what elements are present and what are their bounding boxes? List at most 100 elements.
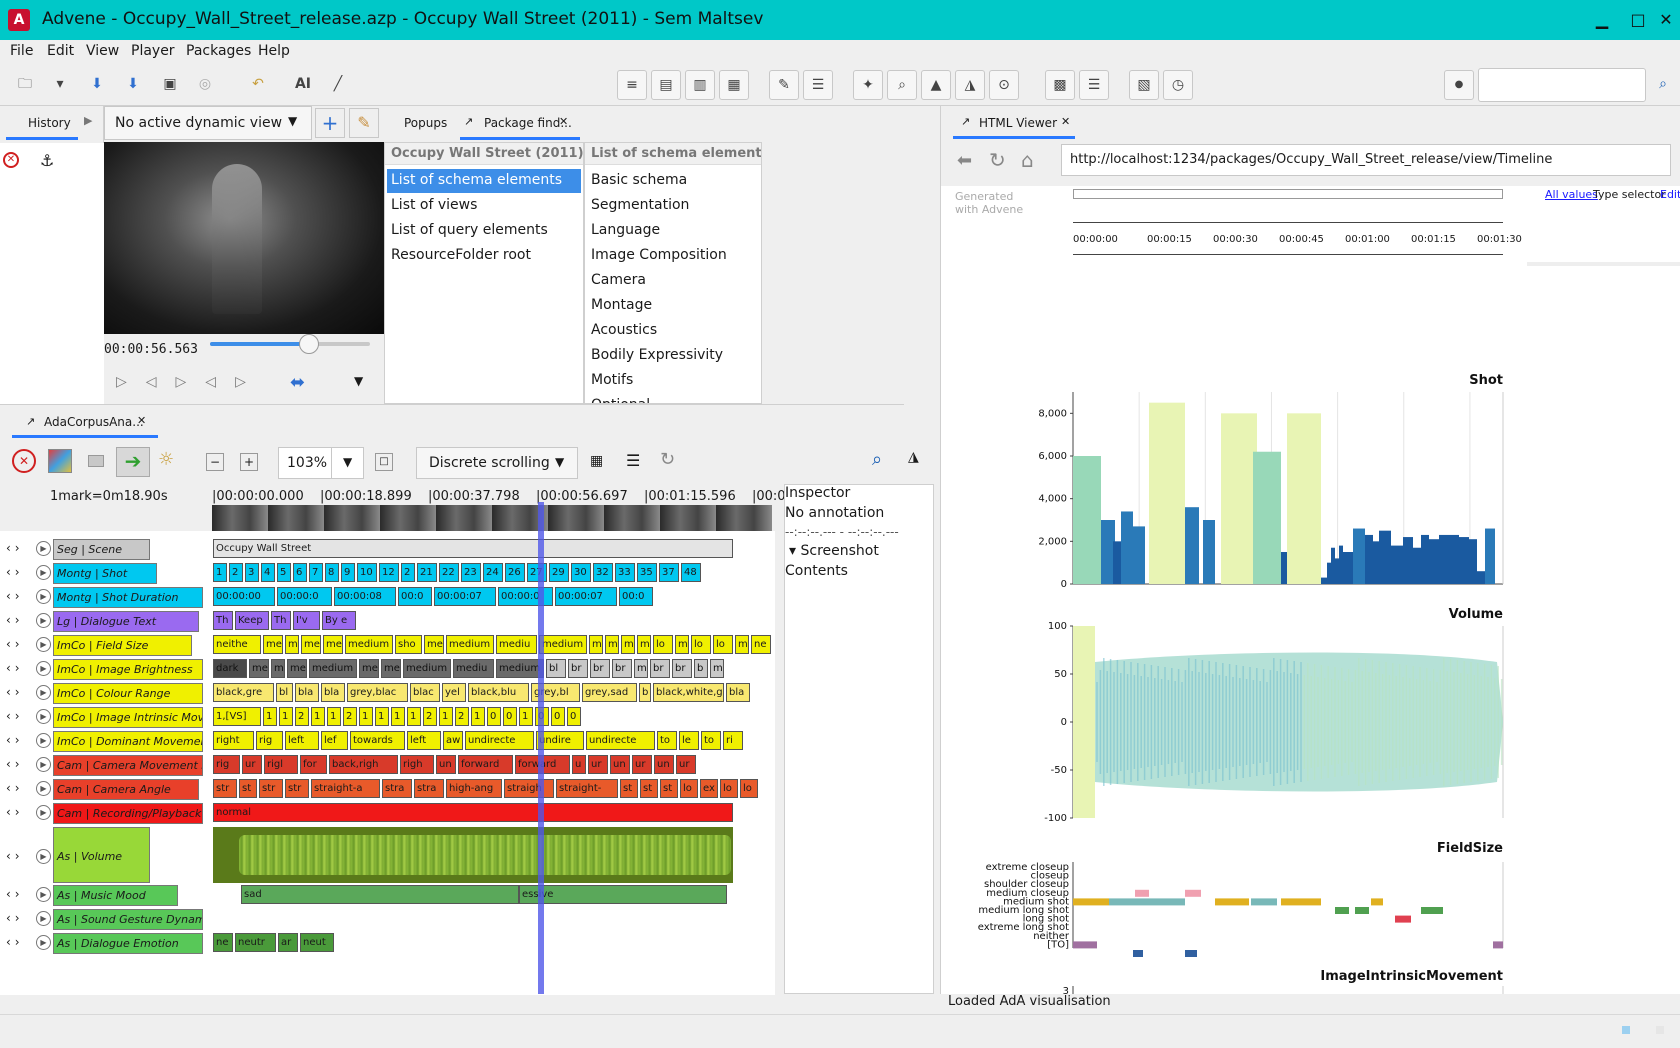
screen-icon[interactable] bbox=[88, 455, 104, 467]
annotation[interactable]: medium bbox=[309, 659, 357, 678]
annotation[interactable]: medium bbox=[403, 659, 451, 678]
refresh-icon[interactable]: ↻ bbox=[660, 449, 675, 470]
text-tool-icon[interactable]: AI bbox=[288, 70, 318, 100]
annotation[interactable]: black,gre bbox=[213, 683, 274, 702]
seek-handle[interactable] bbox=[299, 334, 320, 354]
search-input[interactable] bbox=[1478, 68, 1646, 102]
annotation[interactable]: 37 bbox=[659, 563, 679, 582]
track-label[interactable]: Seg | Scene bbox=[53, 539, 150, 560]
network-icon[interactable]: ✦ bbox=[853, 70, 883, 100]
annotation[interactable]: Th bbox=[271, 611, 291, 630]
track-nav-icon[interactable]: ‹› bbox=[6, 685, 24, 699]
track-lane[interactable] bbox=[213, 909, 773, 928]
annotation[interactable]: 0 bbox=[503, 707, 517, 726]
close-icon[interactable]: ✕ bbox=[12, 449, 36, 473]
annotation[interactable]: 26 bbox=[505, 563, 525, 582]
play-icon[interactable]: ▶ bbox=[36, 541, 51, 556]
annotation[interactable]: 2 bbox=[295, 707, 309, 726]
track-nav-icon[interactable]: ‹› bbox=[6, 757, 24, 771]
annotation[interactable]: lo bbox=[713, 635, 733, 654]
import-icon[interactable]: ▣ bbox=[155, 70, 185, 100]
play-icon[interactable]: ▶ bbox=[36, 733, 51, 748]
record-icon[interactable]: ◎ bbox=[190, 70, 220, 100]
annotation[interactable]: b bbox=[694, 659, 708, 678]
close-tab-icon[interactable]: ✕ bbox=[1061, 115, 1070, 128]
annotation[interactable]: m bbox=[271, 659, 285, 678]
annotation[interactable]: 2 bbox=[455, 707, 469, 726]
track-nav-icon[interactable]: ‹› bbox=[6, 935, 24, 949]
annotation[interactable]: to bbox=[701, 731, 721, 750]
annotation[interactable]: 24 bbox=[483, 563, 503, 582]
track-label[interactable]: As | Volume bbox=[53, 827, 150, 883]
annotation[interactable]: 30 bbox=[571, 563, 591, 582]
transcription-icon[interactable]: ▥ bbox=[685, 70, 715, 100]
track-nav-icon[interactable]: ‹› bbox=[6, 613, 24, 627]
annotation[interactable]: lo bbox=[691, 635, 711, 654]
overview-bar[interactable] bbox=[1073, 189, 1503, 199]
annotation[interactable]: bl bbox=[546, 659, 566, 678]
record-dot-icon[interactable]: ● bbox=[1444, 70, 1474, 100]
play-icon[interactable]: ▶ bbox=[36, 589, 51, 604]
annotation[interactable]: to bbox=[657, 731, 677, 750]
annotation[interactable]: mediu bbox=[453, 659, 494, 678]
annotation[interactable]: ur bbox=[632, 755, 652, 774]
detach-icon[interactable]: ↗ bbox=[961, 115, 970, 128]
annotation[interactable]: grey,sad bbox=[582, 683, 637, 702]
annotation[interactable]: 0 bbox=[551, 707, 565, 726]
track-label[interactable]: As | Sound Gesture Dynamics bbox=[53, 909, 203, 930]
annotation[interactable]: ar bbox=[278, 933, 298, 952]
zoom-out-icon[interactable]: − bbox=[206, 453, 224, 471]
annotation[interactable]: 1,[VS] bbox=[213, 707, 261, 726]
menu-view[interactable]: View bbox=[86, 43, 119, 59]
schema-item[interactable]: Montage bbox=[587, 294, 656, 316]
edit-view-icon[interactable]: ✎ bbox=[349, 108, 379, 138]
annotation[interactable]: un bbox=[610, 755, 630, 774]
track-lane[interactable]: str st str str straight-a stra stra high-ang str… bbox=[213, 779, 773, 798]
edit-link[interactable]: Edit bbox=[1660, 188, 1680, 201]
tab-popups[interactable]: Popups bbox=[404, 116, 447, 130]
annotation[interactable]: medium bbox=[446, 635, 494, 654]
annotation[interactable]: un bbox=[436, 755, 456, 774]
track-lane[interactable]: Th Keep Th I'v By e bbox=[213, 611, 773, 630]
annotation[interactable]: mediu bbox=[496, 635, 537, 654]
track-nav-icon[interactable]: ‹› bbox=[6, 733, 24, 747]
annotation[interactable]: ne bbox=[213, 933, 233, 952]
annotation[interactable]: le bbox=[679, 731, 699, 750]
annotation[interactable]: u bbox=[572, 755, 586, 774]
annotation[interactable]: 5 bbox=[277, 563, 291, 582]
annotation[interactable]: stra bbox=[382, 779, 412, 798]
seek-slider[interactable] bbox=[210, 334, 370, 354]
annotation[interactable]: me bbox=[249, 659, 269, 678]
track-nav-icon[interactable]: ‹› bbox=[6, 709, 24, 723]
annotation[interactable]: 21 bbox=[417, 563, 437, 582]
track-lane[interactable]: neithe me m me me medium sho me medium mediu mediu… bbox=[213, 635, 773, 654]
annotation[interactable]: stra bbox=[414, 779, 444, 798]
annotation[interactable]: ur bbox=[242, 755, 262, 774]
timeline-view-icon[interactable]: ≡ bbox=[617, 70, 647, 100]
annotation[interactable]: 0 bbox=[567, 707, 581, 726]
schema-item[interactable]: Motifs bbox=[587, 369, 637, 391]
reload-icon[interactable]: ↻ bbox=[989, 148, 1006, 172]
annotation[interactable]: 23 bbox=[461, 563, 481, 582]
play-icon[interactable]: ▶ bbox=[36, 757, 51, 772]
video-frame[interactable] bbox=[104, 142, 384, 334]
compare-icon[interactable]: ◮ bbox=[955, 70, 985, 100]
annotation[interactable]: undirecte bbox=[586, 731, 655, 750]
zoom-icon[interactable]: ⌕ bbox=[887, 70, 917, 100]
annotation[interactable]: Occupy Wall Street bbox=[213, 539, 733, 558]
track-nav-icon[interactable]: ‹› bbox=[6, 565, 24, 579]
track-nav-icon[interactable]: ‹› bbox=[6, 637, 24, 651]
track-lane[interactable]: 1 2 3 4 5 6 7 8 9 10 12 2 21 22 23 24 26 27 29 30 32 33 35 37 48 bbox=[213, 563, 773, 582]
annotation[interactable]: straight- bbox=[556, 779, 618, 798]
annotation[interactable]: st bbox=[239, 779, 257, 798]
annotation[interactable]: lo bbox=[740, 779, 758, 798]
annotation[interactable]: st bbox=[620, 779, 638, 798]
track-label[interactable]: Montg | Shot bbox=[53, 563, 157, 584]
annotation[interactable]: dark bbox=[213, 659, 247, 678]
annotation[interactable]: br bbox=[590, 659, 610, 678]
menu-player[interactable]: Player bbox=[131, 43, 175, 59]
add-view-button[interactable]: + bbox=[315, 108, 345, 138]
zoom-in-icon[interactable]: + bbox=[240, 453, 258, 471]
home-icon[interactable]: ⌂ bbox=[1021, 148, 1034, 172]
annotation[interactable]: 00:00:0 bbox=[498, 587, 553, 606]
